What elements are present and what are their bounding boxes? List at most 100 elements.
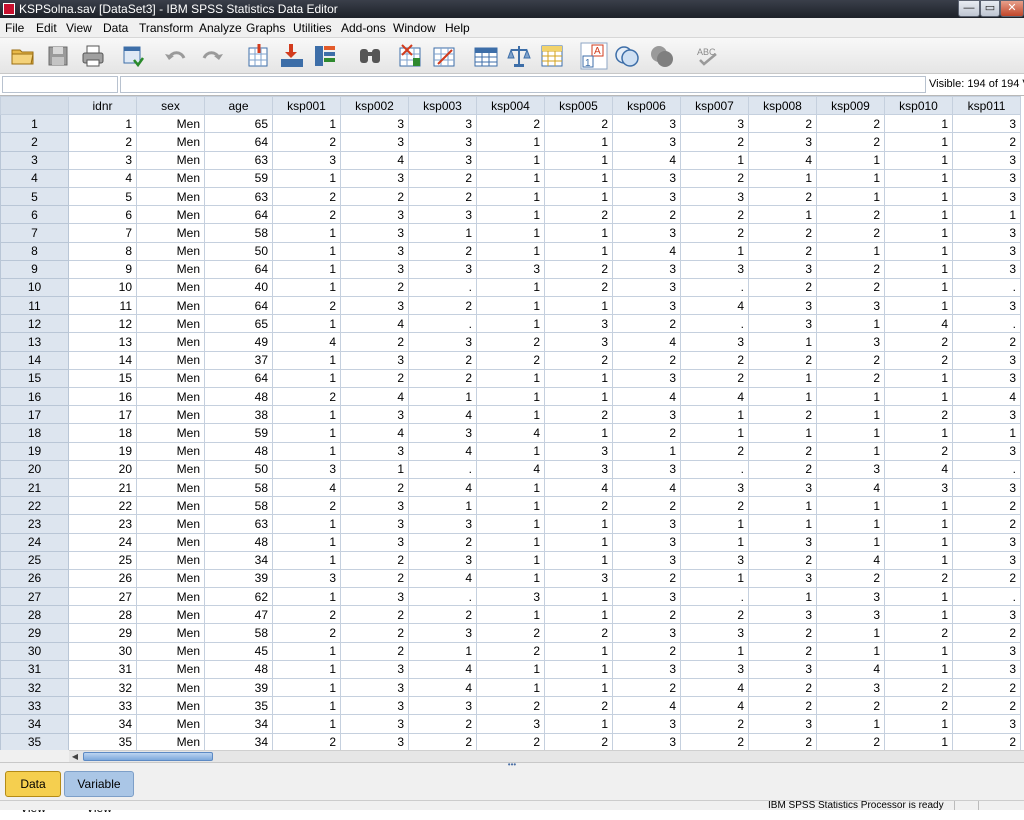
data-cell[interactable]: 2	[272, 623, 341, 643]
data-cell[interactable]: 3	[408, 423, 477, 443]
data-cell[interactable]: 2	[680, 168, 749, 188]
data-cell[interactable]: 8	[68, 241, 137, 261]
row-number[interactable]: 29	[0, 623, 69, 643]
data-cell[interactable]: 3	[612, 223, 681, 243]
data-cell[interactable]: 1	[476, 132, 545, 152]
data-cell[interactable]: 4	[816, 550, 885, 570]
data-cell[interactable]: 2	[544, 277, 613, 298]
data-cell[interactable]: 1	[816, 714, 885, 734]
data-cell[interactable]: 1	[476, 532, 545, 552]
data-cell[interactable]: 4	[272, 477, 341, 498]
data-cell[interactable]: 28	[68, 605, 137, 625]
data-cell[interactable]: 1	[884, 296, 953, 316]
data-cell[interactable]: 3	[680, 659, 749, 680]
data-cell[interactable]: 1	[408, 386, 477, 407]
data-cell[interactable]: 4	[816, 477, 885, 498]
data-cell[interactable]: 1	[748, 205, 817, 225]
column-header-ksp006[interactable]: ksp006	[612, 96, 681, 116]
data-cell[interactable]: Men	[136, 259, 205, 279]
data-cell[interactable]: 3	[680, 623, 749, 643]
data-cell[interactable]: 48	[204, 659, 273, 680]
data-cell[interactable]: 3	[612, 732, 681, 750]
data-cell[interactable]: 2	[612, 350, 681, 370]
data-cell[interactable]: 1	[748, 514, 817, 534]
data-cell[interactable]: 1	[884, 168, 953, 188]
data-cell[interactable]: 1	[544, 587, 613, 607]
data-cell[interactable]: 2	[544, 496, 613, 516]
data-cell[interactable]: 3	[612, 714, 681, 734]
data-cell[interactable]: 3	[952, 641, 1021, 661]
data-cell[interactable]: 1	[680, 568, 749, 589]
data-cell[interactable]: 2	[272, 186, 341, 207]
data-cell[interactable]: Men	[136, 568, 205, 589]
data-cell[interactable]: 1	[884, 205, 953, 225]
row-number[interactable]: 13	[0, 332, 69, 352]
data-cell[interactable]: 22	[68, 496, 137, 516]
data-cell[interactable]: 3	[544, 314, 613, 334]
data-cell[interactable]: 1	[748, 423, 817, 443]
data-cell[interactable]: 2	[476, 641, 545, 661]
row-number[interactable]: 21	[0, 477, 69, 498]
data-cell[interactable]: 2	[408, 732, 477, 750]
data-cell[interactable]: 17	[68, 405, 137, 425]
data-cell[interactable]: 1	[816, 532, 885, 552]
data-cell[interactable]: 3	[408, 550, 477, 570]
data-cell[interactable]: 3	[340, 223, 409, 243]
data-cell[interactable]: Men	[136, 641, 205, 661]
data-cell[interactable]: 1	[884, 277, 953, 298]
menu-analyze[interactable]: Analyze	[199, 20, 242, 36]
data-cell[interactable]: 31	[68, 659, 137, 680]
data-cell[interactable]: 13	[68, 332, 137, 352]
data-cell[interactable]: 2	[408, 168, 477, 188]
data-cell[interactable]: 1	[476, 441, 545, 461]
data-cell[interactable]: 6	[68, 205, 137, 225]
data-cell[interactable]: 1	[408, 641, 477, 661]
row-number[interactable]: 2	[0, 132, 69, 152]
data-cell[interactable]: 2	[816, 732, 885, 750]
data-cell[interactable]: 63	[204, 150, 273, 170]
data-cell[interactable]: 1	[884, 223, 953, 243]
data-cell[interactable]: 45	[204, 641, 273, 661]
data-cell[interactable]: 1	[816, 314, 885, 334]
data-cell[interactable]: 3	[612, 532, 681, 552]
data-cell[interactable]: 1	[544, 641, 613, 661]
data-cell[interactable]: 1	[272, 641, 341, 661]
data-cell[interactable]: 2	[272, 605, 341, 625]
insert-variable-icon[interactable]	[430, 42, 458, 70]
data-cell[interactable]: Men	[136, 386, 205, 407]
data-cell[interactable]: 64	[204, 296, 273, 316]
data-cell[interactable]: 3	[476, 587, 545, 607]
data-cell[interactable]: 1	[476, 241, 545, 261]
data-cell[interactable]: Men	[136, 587, 205, 607]
data-cell[interactable]: 1	[272, 677, 341, 698]
menu-utilities[interactable]: Utilities	[293, 20, 332, 36]
row-number[interactable]: 23	[0, 514, 69, 534]
row-number[interactable]: 33	[0, 696, 69, 716]
data-cell[interactable]: 3	[748, 659, 817, 680]
data-cell[interactable]: 19	[68, 441, 137, 461]
data-cell[interactable]: 2	[544, 114, 613, 134]
tab-data-view[interactable]: Data View	[5, 771, 61, 815]
data-cell[interactable]: 29	[68, 623, 137, 643]
data-cell[interactable]: Men	[136, 732, 205, 750]
data-cell[interactable]: 3	[748, 605, 817, 625]
data-cell[interactable]: 1	[544, 296, 613, 316]
row-number[interactable]: 5	[0, 186, 69, 207]
data-cell[interactable]: 3	[748, 477, 817, 498]
data-cell[interactable]: Men	[136, 241, 205, 261]
data-cell[interactable]: Men	[136, 205, 205, 225]
data-cell[interactable]: 21	[68, 477, 137, 498]
data-cell[interactable]: 2	[884, 696, 953, 716]
data-cell[interactable]: 1	[544, 605, 613, 625]
grid-corner-cell[interactable]	[0, 96, 69, 116]
data-cell[interactable]: 2	[816, 132, 885, 152]
data-cell[interactable]: Men	[136, 532, 205, 552]
data-cell[interactable]: 4	[476, 423, 545, 443]
weight-cases-icon[interactable]	[505, 42, 533, 70]
data-cell[interactable]: Men	[136, 696, 205, 716]
data-cell[interactable]: 3	[612, 659, 681, 680]
data-cell[interactable]: 1	[476, 368, 545, 389]
data-cell[interactable]: 3	[612, 186, 681, 207]
data-cell[interactable]: 2	[884, 405, 953, 425]
data-cell[interactable]: 1	[884, 186, 953, 207]
